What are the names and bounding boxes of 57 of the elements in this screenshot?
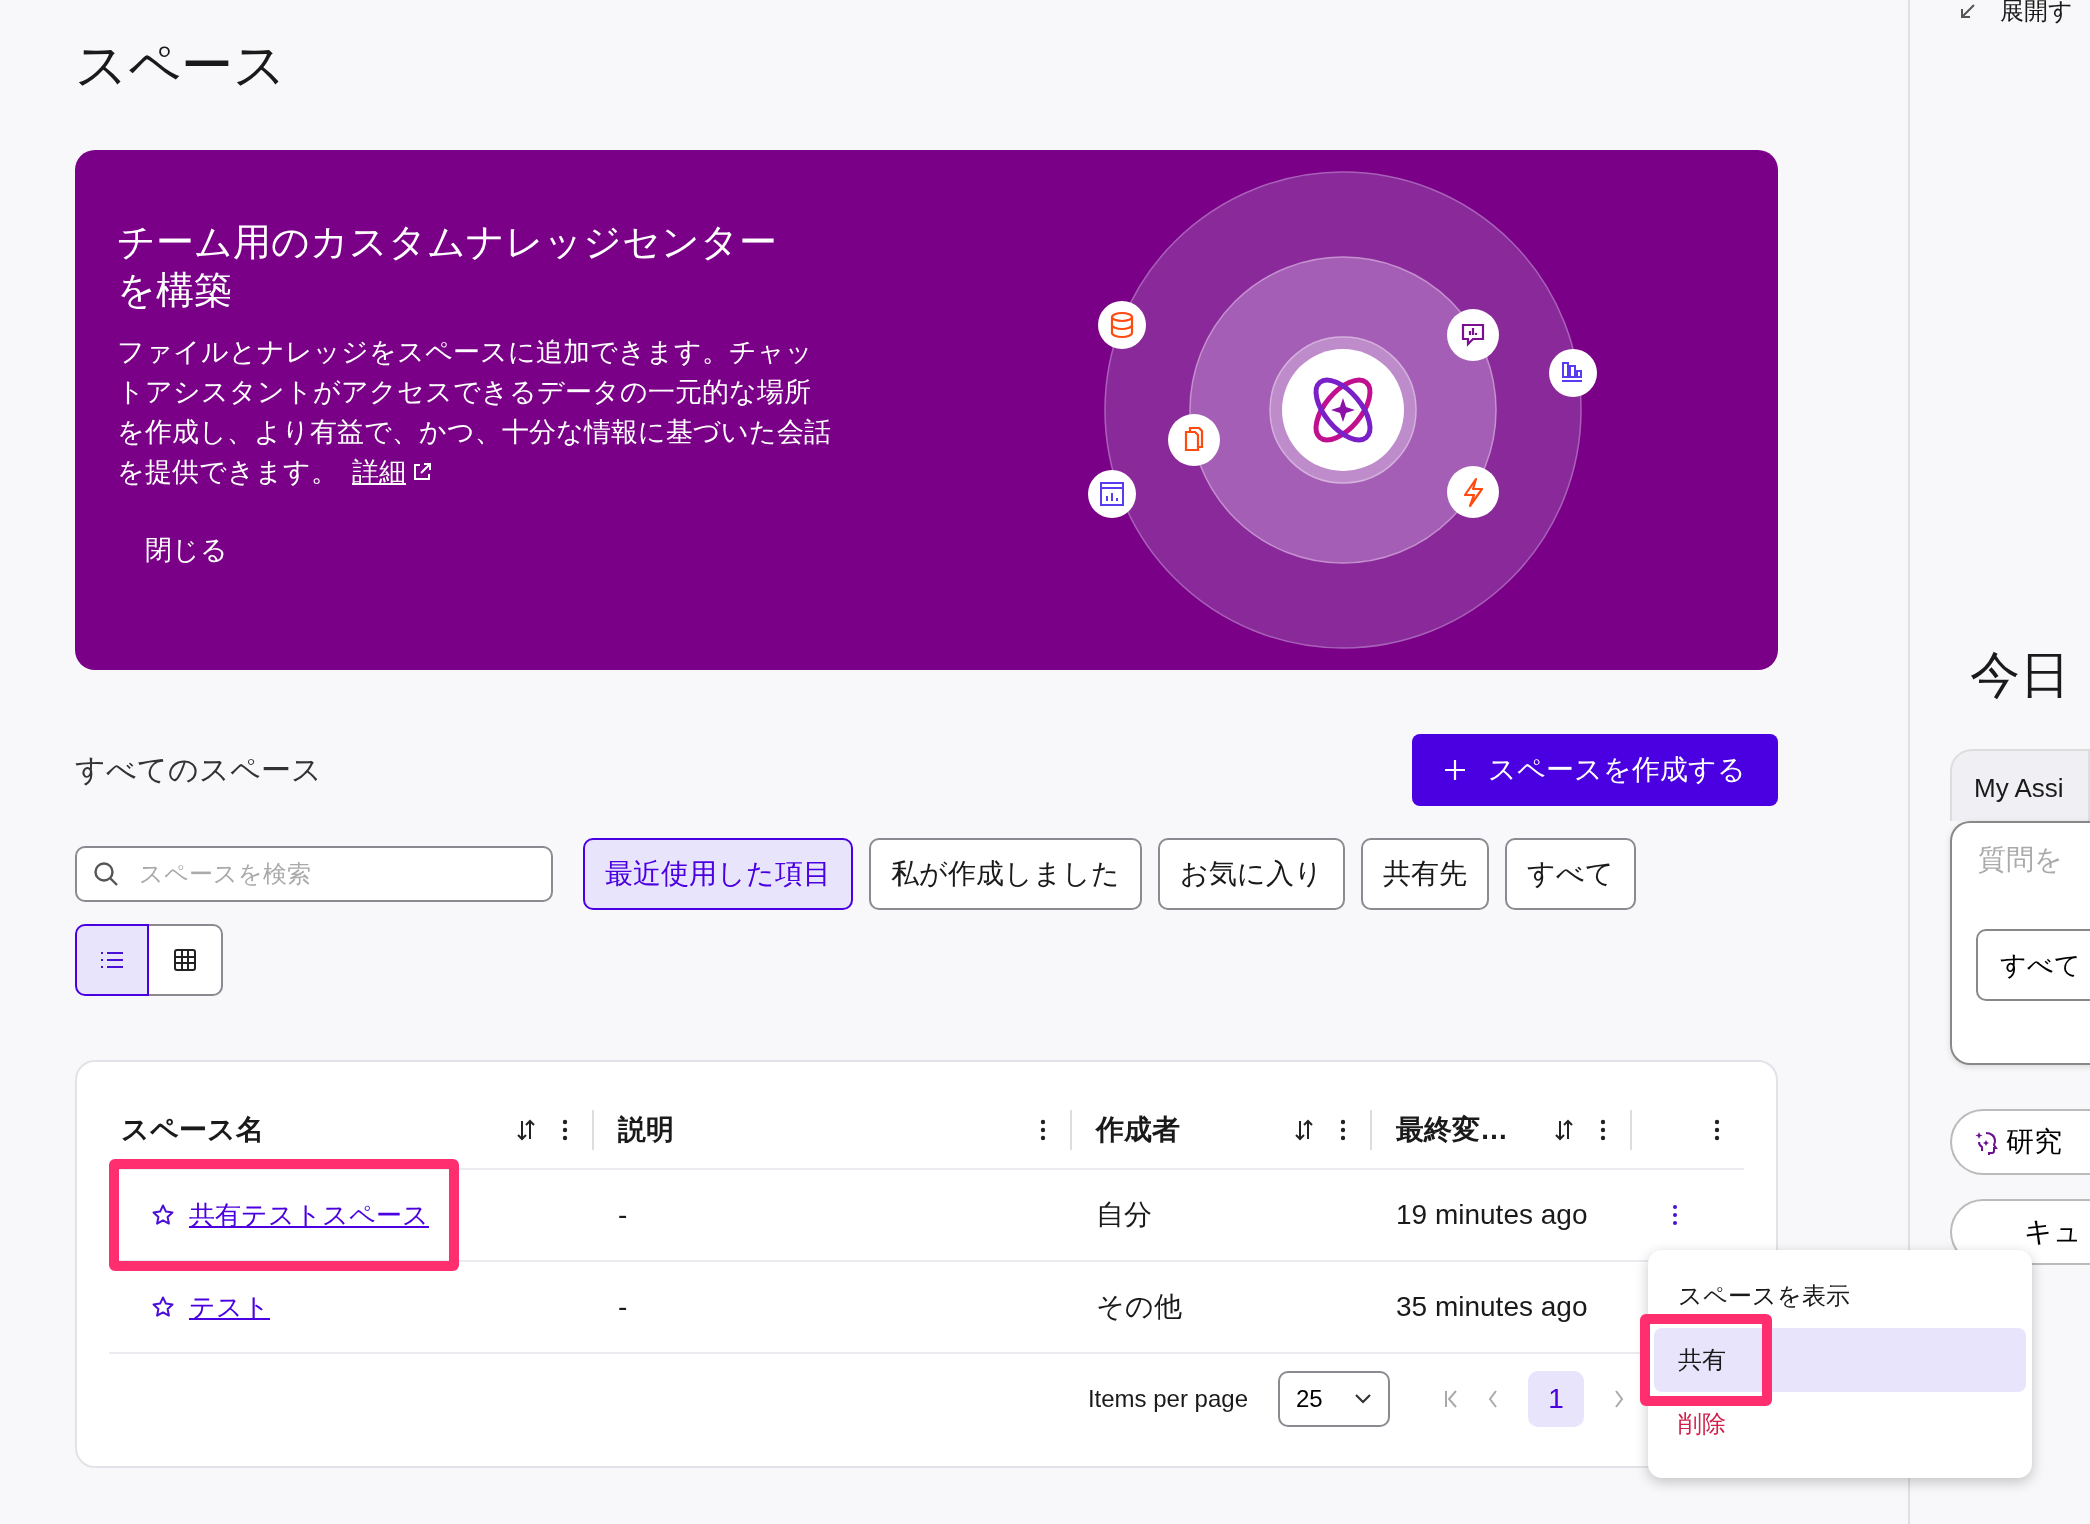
banner-description: ファイルとナレッジをスペースに追加できます。チャットアシスタントがアクセスできるデータの一元的な場所を作成し、より有益で、かつ、十分な情報に基づいた会話を提供できます。 詳細: [117, 336, 832, 489]
sort-icon[interactable]: [516, 1119, 536, 1141]
question-field[interactable]: 質問を: [1976, 843, 2090, 877]
column-menu-icon[interactable]: [562, 1119, 568, 1141]
prompt-chip[interactable]: 研究: [1950, 1109, 2090, 1175]
star-icon[interactable]: [151, 1295, 175, 1319]
grid-icon: [173, 948, 197, 972]
filter-chip[interactable]: すべて: [1505, 838, 1636, 910]
column-header: 作成者: [1096, 1113, 1181, 1147]
list-view-button[interactable]: [75, 924, 149, 996]
star-icon[interactable]: [151, 1203, 175, 1227]
column-header: 最終変…: [1396, 1113, 1509, 1147]
create-space-button[interactable]: スペースを作成する: [1412, 734, 1778, 806]
column-menu-icon[interactable]: [1714, 1119, 1720, 1141]
space-name-link[interactable]: 共有テストスペース: [189, 1197, 429, 1233]
learn-more-link[interactable]: 詳細: [352, 457, 434, 487]
page-title: スペース: [75, 35, 287, 96]
sparkle-head-icon: [1974, 1129, 2000, 1155]
list-icon: [100, 950, 124, 970]
plus-icon: [1444, 759, 1466, 781]
sort-icon[interactable]: [1554, 1119, 1574, 1141]
menu-item[interactable]: 共有: [1654, 1328, 2026, 1392]
filter-chip[interactable]: 最近使用した項目: [583, 838, 853, 910]
column-menu-icon[interactable]: [1600, 1119, 1606, 1141]
table-cell: 19 minutes ago: [1396, 1199, 1588, 1231]
space-name-link[interactable]: テスト: [189, 1289, 270, 1325]
banner-title: チーム用のカスタムナレッジセンターを構築: [117, 220, 778, 313]
arrow-icon[interactable]: [1960, 3, 1976, 19]
filter-chip[interactable]: 共有先: [1361, 838, 1489, 910]
menu-item[interactable]: 削除: [1654, 1392, 2026, 1456]
assistant-tab[interactable]: My Assi: [1950, 749, 2090, 821]
column-header: スペース名: [121, 1113, 265, 1147]
column-menu-icon[interactable]: [1040, 1119, 1046, 1141]
column-header: 説明: [618, 1113, 675, 1147]
column-menu-icon[interactable]: [1340, 1119, 1346, 1141]
expand-label[interactable]: 展開す: [2000, 0, 2073, 27]
page-size-select[interactable]: 25: [1278, 1371, 1390, 1427]
table-cell: 35 minutes ago: [1396, 1291, 1588, 1323]
greeting-heading: 今日: [1970, 646, 2071, 705]
search-icon: [93, 861, 119, 887]
section-title: すべてのスペース: [75, 751, 322, 788]
items-per-page-label: Items per page: [1087, 1385, 1248, 1413]
filter-chip[interactable]: 私が作成しました: [869, 838, 1142, 910]
sort-icon[interactable]: [1294, 1119, 1314, 1141]
filter-chip[interactable]: お気に入り: [1158, 838, 1345, 910]
table-cell-text: 自分: [1096, 1198, 1152, 1232]
scope-button[interactable]: すべて: [1976, 929, 2090, 1001]
search-field[interactable]: スペースを検索: [75, 846, 553, 902]
menu-item[interactable]: スペースを表示: [1654, 1264, 2026, 1328]
page-button[interactable]: 1: [1528, 1371, 1584, 1427]
close-button[interactable]: 閉じる: [145, 532, 228, 568]
table-cell: -: [618, 1199, 628, 1231]
table-cell: -: [618, 1291, 628, 1323]
table-cell-text: その他: [1096, 1290, 1182, 1324]
chevron-down-icon: [1354, 1393, 1372, 1405]
grid-view-button[interactable]: [149, 924, 223, 996]
row-menu-icon[interactable]: [1672, 1204, 1678, 1226]
